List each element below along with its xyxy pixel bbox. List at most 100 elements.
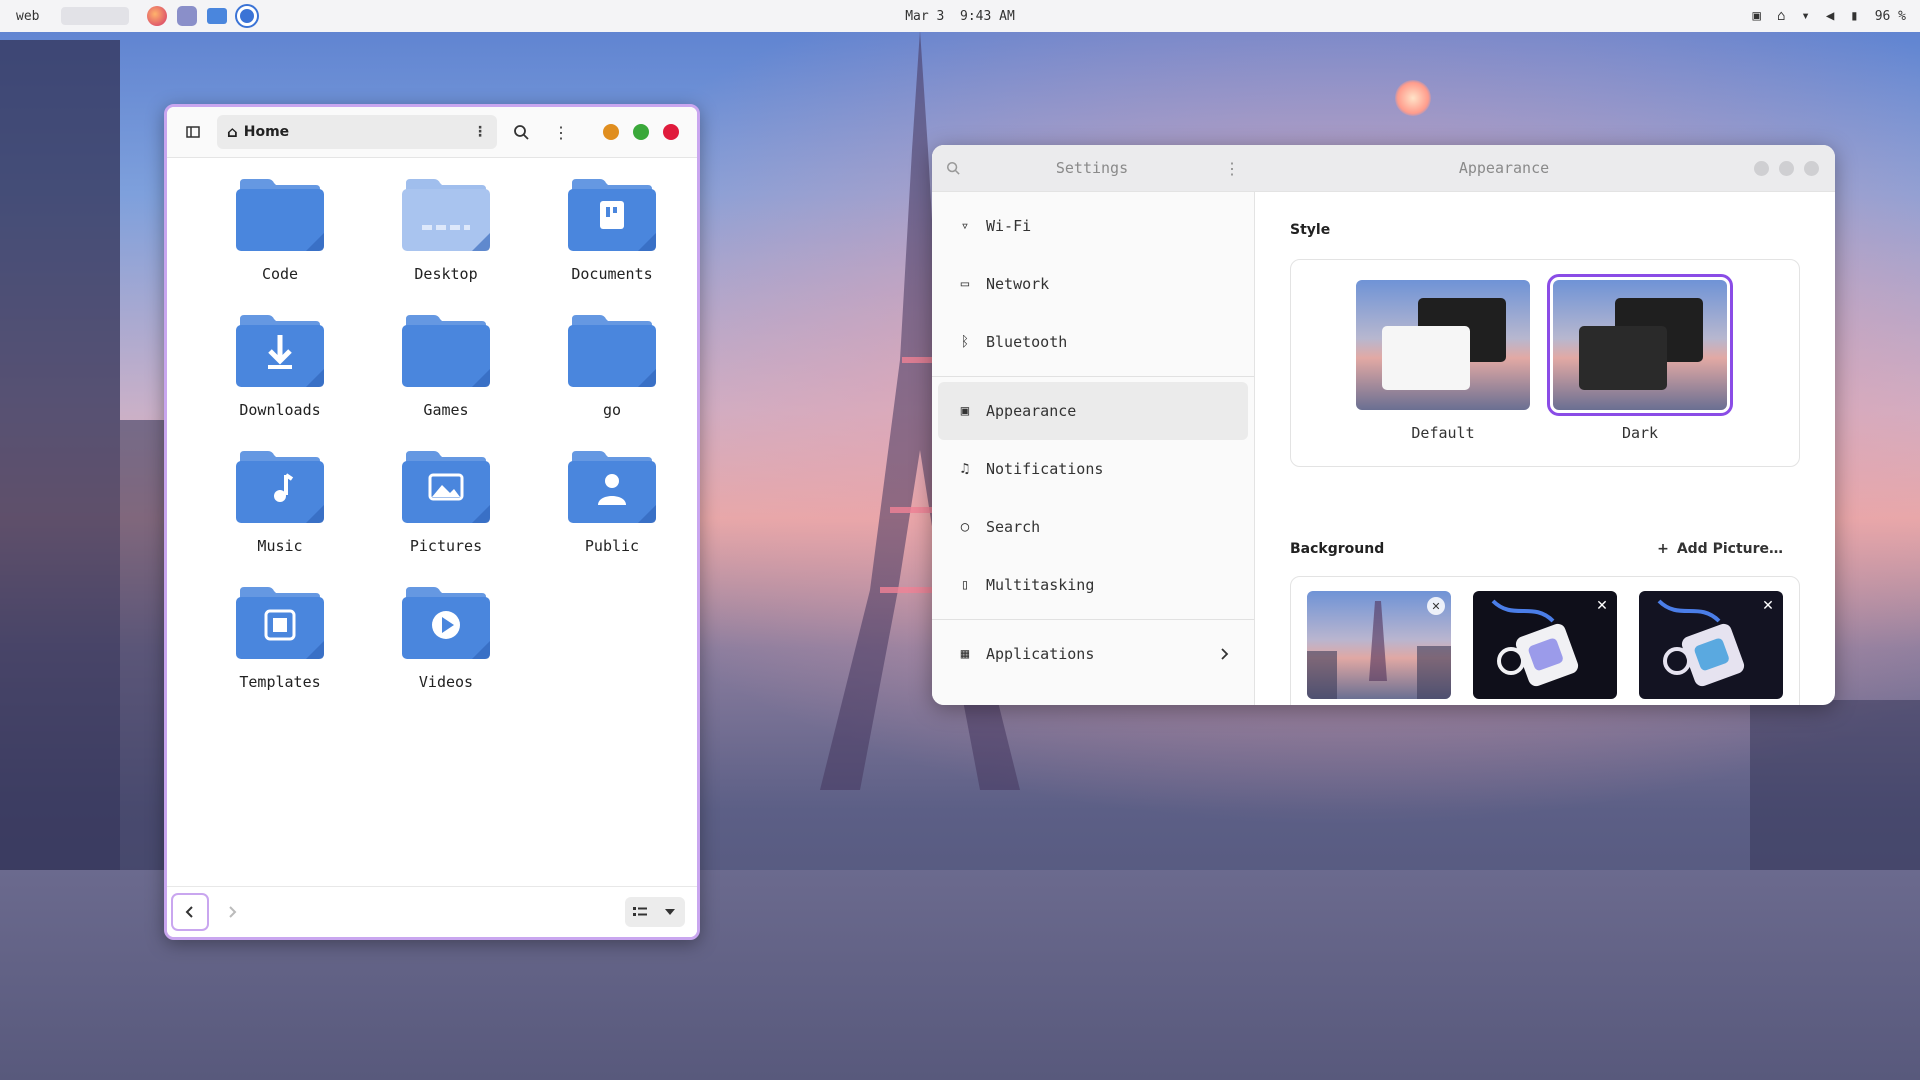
settings-page-header: Appearance [1254, 145, 1835, 192]
style-dark-label: Dark [1621, 424, 1659, 442]
path-bar[interactable]: ⌂ Home ⋮ [217, 115, 497, 149]
sidebar-item-label: Multitasking [986, 576, 1095, 594]
volume-icon[interactable]: ◀ [1826, 8, 1834, 24]
folder-videos[interactable]: Videos [363, 585, 529, 691]
style-default-label: Default [1411, 424, 1475, 442]
home-icon: ⌂ [227, 123, 238, 141]
style-option-dark[interactable]: Dark [1547, 274, 1733, 442]
sidebar-toggle-button[interactable] [177, 116, 209, 148]
settings-search-icon[interactable] [946, 161, 960, 175]
sidebar-item-wifi[interactable]: ▿ Wi-Fi [938, 197, 1248, 255]
wifi-icon: ▿ [960, 218, 970, 234]
sidebar-item-notifications[interactable]: ♫ Notifications [938, 440, 1248, 498]
apps-icon: ▦ [960, 646, 970, 662]
chevron-right-icon [1221, 648, 1229, 660]
appearance-page: Style Default Dark Background + Add Pictu… [1254, 191, 1835, 705]
firefox-icon[interactable] [147, 6, 168, 26]
folder-label: go [602, 401, 622, 419]
path-menu-icon[interactable]: ⋮ [473, 124, 487, 140]
folder-go[interactable]: go [529, 313, 695, 419]
game-controller-icon[interactable]: ⌂ [1777, 8, 1785, 24]
folder-label: Documents [571, 265, 653, 283]
wifi-status-icon[interactable]: ▾ [1801, 8, 1809, 24]
folder-label: Games [423, 401, 469, 419]
search-button[interactable] [505, 116, 537, 148]
back-button[interactable] [171, 893, 209, 931]
folder-icon [236, 315, 324, 387]
bluetooth-icon: ᛒ [960, 334, 970, 350]
close-button[interactable] [663, 124, 679, 140]
folder-icon [568, 315, 656, 387]
forward-button[interactable] [215, 895, 249, 929]
sidebar-item-label: Network [986, 275, 1050, 293]
settings-app-icon[interactable] [237, 6, 258, 26]
folder-downloads[interactable]: Downloads [197, 313, 363, 419]
main-menu-button[interactable]: ⋮ [545, 116, 577, 148]
network-icon: ▭ [960, 276, 970, 292]
maximize-button[interactable] [633, 124, 649, 140]
bell-icon: ♫ [960, 461, 970, 477]
settings-sidebar-header: Settings ⋮ [932, 145, 1254, 192]
folder-public[interactable]: Public [529, 449, 695, 555]
view-options-button[interactable] [655, 897, 685, 927]
sidebar-item-network[interactable]: ▭ Network [938, 255, 1248, 313]
sidebar-item-bluetooth[interactable]: ᛒ Bluetooth [938, 313, 1248, 371]
folder-label: Public [584, 537, 640, 555]
folder-icon [568, 451, 656, 523]
settings-sidebar: Settings ⋮ ▿ Wi-Fi ▭ Network ᛒ Bluetooth… [932, 145, 1255, 705]
style-dark-preview [1547, 274, 1733, 416]
wallpaper-building-left [0, 40, 120, 870]
screen-share-icon[interactable]: ▣ [1753, 8, 1761, 24]
sidebar-item-label: Notifications [986, 460, 1104, 478]
folder-label: Templates [239, 673, 321, 691]
chevron-down-icon [665, 909, 675, 915]
background-thumb-city[interactable]: ✕ [1307, 591, 1451, 699]
remove-background-icon[interactable]: ✕ [1427, 597, 1445, 615]
workspace-indicator[interactable] [61, 7, 130, 25]
folder-label: Downloads [239, 401, 321, 419]
folder-icon [236, 587, 324, 659]
search-icon [514, 125, 529, 140]
path-location: Home [243, 124, 290, 140]
preview-window-front [1579, 326, 1667, 390]
app-launcher-icon[interactable] [177, 6, 198, 26]
files-app-icon[interactable] [207, 8, 228, 24]
files-window: ⌂ Home ⋮ ⋮ Code Desktop Documents Downloads… [164, 104, 700, 940]
folder-music[interactable]: Music [197, 449, 363, 555]
settings-menu-icon[interactable]: ⋮ [1224, 159, 1240, 178]
maximize-button[interactable] [1779, 160, 1794, 176]
style-option-default[interactable]: Default [1356, 280, 1530, 442]
sidebar-item-appearance[interactable]: ▣ Appearance [938, 382, 1248, 440]
add-picture-button[interactable]: + Add Picture… [1657, 541, 1783, 557]
sidebar-item-search[interactable]: ○ Search [938, 498, 1248, 556]
background-thumb-mug-purple[interactable]: ✕ [1473, 591, 1617, 699]
folder-pictures[interactable]: Pictures [363, 449, 529, 555]
sidebar-item-multitasking[interactable]: ▯ Multitasking [938, 556, 1248, 614]
minimize-button[interactable] [603, 124, 619, 140]
battery-icon[interactable]: ▮ [1850, 8, 1858, 24]
clock-date[interactable]: Mar 3 [905, 9, 944, 24]
folder-code[interactable]: Code [197, 177, 363, 283]
sidebar-toggle-icon [186, 126, 200, 138]
folder-documents[interactable]: Documents [529, 177, 695, 283]
close-button[interactable] [1804, 160, 1819, 176]
background-heading: Background [1290, 541, 1385, 557]
files-footer [167, 886, 697, 937]
sidebar-separator [932, 619, 1254, 620]
minimize-button[interactable] [1754, 160, 1769, 176]
folder-desktop[interactable]: Desktop [363, 177, 529, 283]
sidebar-item-applications[interactable]: ▦ Applications [938, 625, 1248, 683]
remove-background-icon[interactable]: ✕ [1593, 597, 1611, 615]
clock-time[interactable]: 9:43 AM [960, 9, 1015, 24]
sidebar-item-label: Wi-Fi [986, 217, 1032, 235]
folder-icon [236, 451, 324, 523]
list-view-button[interactable] [625, 897, 655, 927]
list-view-icon [633, 907, 647, 916]
folder-games[interactable]: Games [363, 313, 529, 419]
folder-templates[interactable]: Templates [197, 585, 363, 691]
style-chooser: Default Dark [1290, 259, 1800, 467]
background-thumb-mug-blue[interactable]: ✕ [1639, 591, 1783, 699]
remove-background-icon[interactable]: ✕ [1759, 597, 1777, 615]
workspace-label[interactable]: web [16, 9, 39, 24]
wallpaper-building-left-2 [120, 420, 170, 870]
